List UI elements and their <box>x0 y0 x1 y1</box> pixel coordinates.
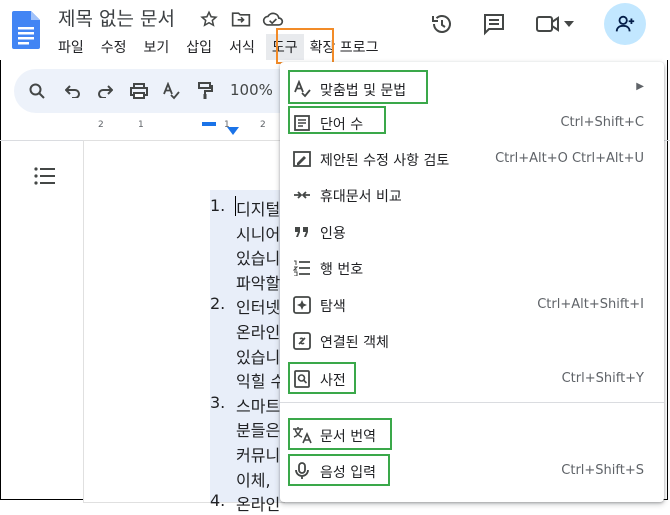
document-text-line: 분들은 <box>236 421 281 441</box>
menu-insert[interactable]: 삽입 <box>186 37 212 57</box>
zoom-level[interactable]: 100% <box>230 81 273 99</box>
linked-objects-icon <box>292 331 312 351</box>
document-text-line: 커뮤니 <box>236 446 281 465</box>
menu-item-explore[interactable]: 탐색 Ctrl+Alt+Shift+I <box>280 290 664 320</box>
first-line-indent-handle[interactable] <box>202 122 216 126</box>
comments-icon[interactable] <box>480 10 508 38</box>
menu-item-label: 탐색 <box>320 299 346 315</box>
toolbar: 100% <box>14 69 314 113</box>
menu-view[interactable]: 보기 <box>144 37 170 57</box>
document-text-line: 온라인 <box>236 495 281 515</box>
explore-icon <box>292 295 312 315</box>
meet-dropdown-icon[interactable] <box>562 10 576 38</box>
menu-item-shortcut: Ctrl+Alt+Shift+I <box>537 297 644 312</box>
ruler-mark: 2 <box>260 120 266 130</box>
line-numbers-icon <box>292 258 312 278</box>
undo-icon[interactable] <box>62 80 84 102</box>
document-text-line: 이체, <box>236 470 271 490</box>
move-folder-icon[interactable] <box>230 8 252 30</box>
document-text-line: 있습니 <box>236 347 281 367</box>
menu-item-highlight-box <box>288 454 390 486</box>
menu-item-highlight-box <box>288 418 392 450</box>
document-text-line: 인터넷 <box>236 298 281 318</box>
meet-video-icon[interactable] <box>534 10 562 38</box>
menu-item-review-suggested-edits[interactable]: 제안된 수정 사항 검토 Ctrl+Alt+O Ctrl+Alt+U <box>280 144 664 174</box>
document-title[interactable]: 제목 없는 문서 <box>58 4 175 31</box>
tools-dropdown-menu: 맞춤법 및 문법 ▶ 단어 수 Ctrl+Shift+C 제안된 수정 사항 검토 Ctr… <box>280 62 664 502</box>
text-cursor <box>235 196 236 216</box>
document-text-line: 시니어 <box>236 224 281 244</box>
list-number: 2. <box>210 294 226 314</box>
person-add-icon <box>615 15 635 32</box>
ruler: 2 1 1 2 <box>84 118 284 136</box>
paint-format-icon[interactable] <box>194 80 216 102</box>
list-number: 4. <box>210 491 226 511</box>
ruler-mark: 1 <box>138 120 144 130</box>
history-icon[interactable] <box>428 10 456 38</box>
list-number: 1. <box>210 196 226 215</box>
menu-item-shortcut: Ctrl+Shift+Y <box>561 371 644 386</box>
list-number: 3. <box>210 392 226 412</box>
menu-item-line-numbers[interactable]: 행 번호 <box>280 253 664 283</box>
menu-item-shortcut: Ctrl+Shift+C <box>560 115 644 130</box>
document-text-line: 있습니 <box>236 249 281 269</box>
search-icon[interactable] <box>26 80 48 102</box>
document-text-line: 파악할 <box>236 273 281 293</box>
redo-icon[interactable] <box>94 80 116 102</box>
star-icon[interactable] <box>198 8 220 30</box>
menu-item-label: 제안된 수정 사항 검토 <box>320 153 450 169</box>
spellcheck-toolbar-icon[interactable] <box>160 80 182 102</box>
menu-item-highlight-box <box>288 70 428 104</box>
ruler-mark: 2 <box>98 120 104 130</box>
document-text-line: 스마트 <box>236 396 281 416</box>
docs-logo-icon[interactable] <box>12 11 40 49</box>
compare-icon <box>292 185 312 205</box>
document-outline-icon[interactable] <box>34 166 56 186</box>
print-icon[interactable] <box>128 80 150 102</box>
menu-item-citations[interactable]: 인용 <box>280 217 664 247</box>
menu-item-label: 행 번호 <box>320 262 364 278</box>
document-text-line: 디지털 <box>236 200 281 219</box>
share-user-button[interactable] <box>604 3 646 45</box>
document-text-line: 온라인 <box>236 323 281 342</box>
quote-icon <box>292 222 312 242</box>
tools-menu-highlight <box>276 28 334 64</box>
submenu-arrow-icon: ▶ <box>636 81 644 92</box>
cloud-saved-icon[interactable] <box>262 8 284 30</box>
menu-item-linked-objects[interactable]: 연결된 객체 <box>280 326 664 356</box>
menu-item-label: 연결된 객체 <box>320 335 389 351</box>
menu-item-label: 인용 <box>320 226 346 242</box>
menu-item-label: 휴대문서 비교 <box>320 189 402 205</box>
menu-item-shortcut: Ctrl+Shift+S <box>561 463 644 478</box>
menu-item-highlight-box <box>288 362 356 394</box>
menu-item-highlight-box <box>288 106 386 134</box>
left-indent-handle[interactable] <box>227 127 239 135</box>
review-edits-icon <box>292 149 312 169</box>
menu-item-compare-documents[interactable]: 휴대문서 비교 <box>280 180 664 210</box>
menu-file[interactable]: 파일 <box>58 37 84 57</box>
document-text-line: 익힐 수 <box>236 372 286 392</box>
top-bar: 제목 없는 문서 파일 수정 보기 삽입 서식 도구 확장 프로그 <box>0 0 670 64</box>
menu-separator <box>280 402 664 403</box>
menu-format[interactable]: 서식 <box>229 37 255 57</box>
menu-item-shortcut: Ctrl+Alt+O Ctrl+Alt+U <box>495 151 644 166</box>
menu-edit[interactable]: 수정 <box>101 37 127 57</box>
